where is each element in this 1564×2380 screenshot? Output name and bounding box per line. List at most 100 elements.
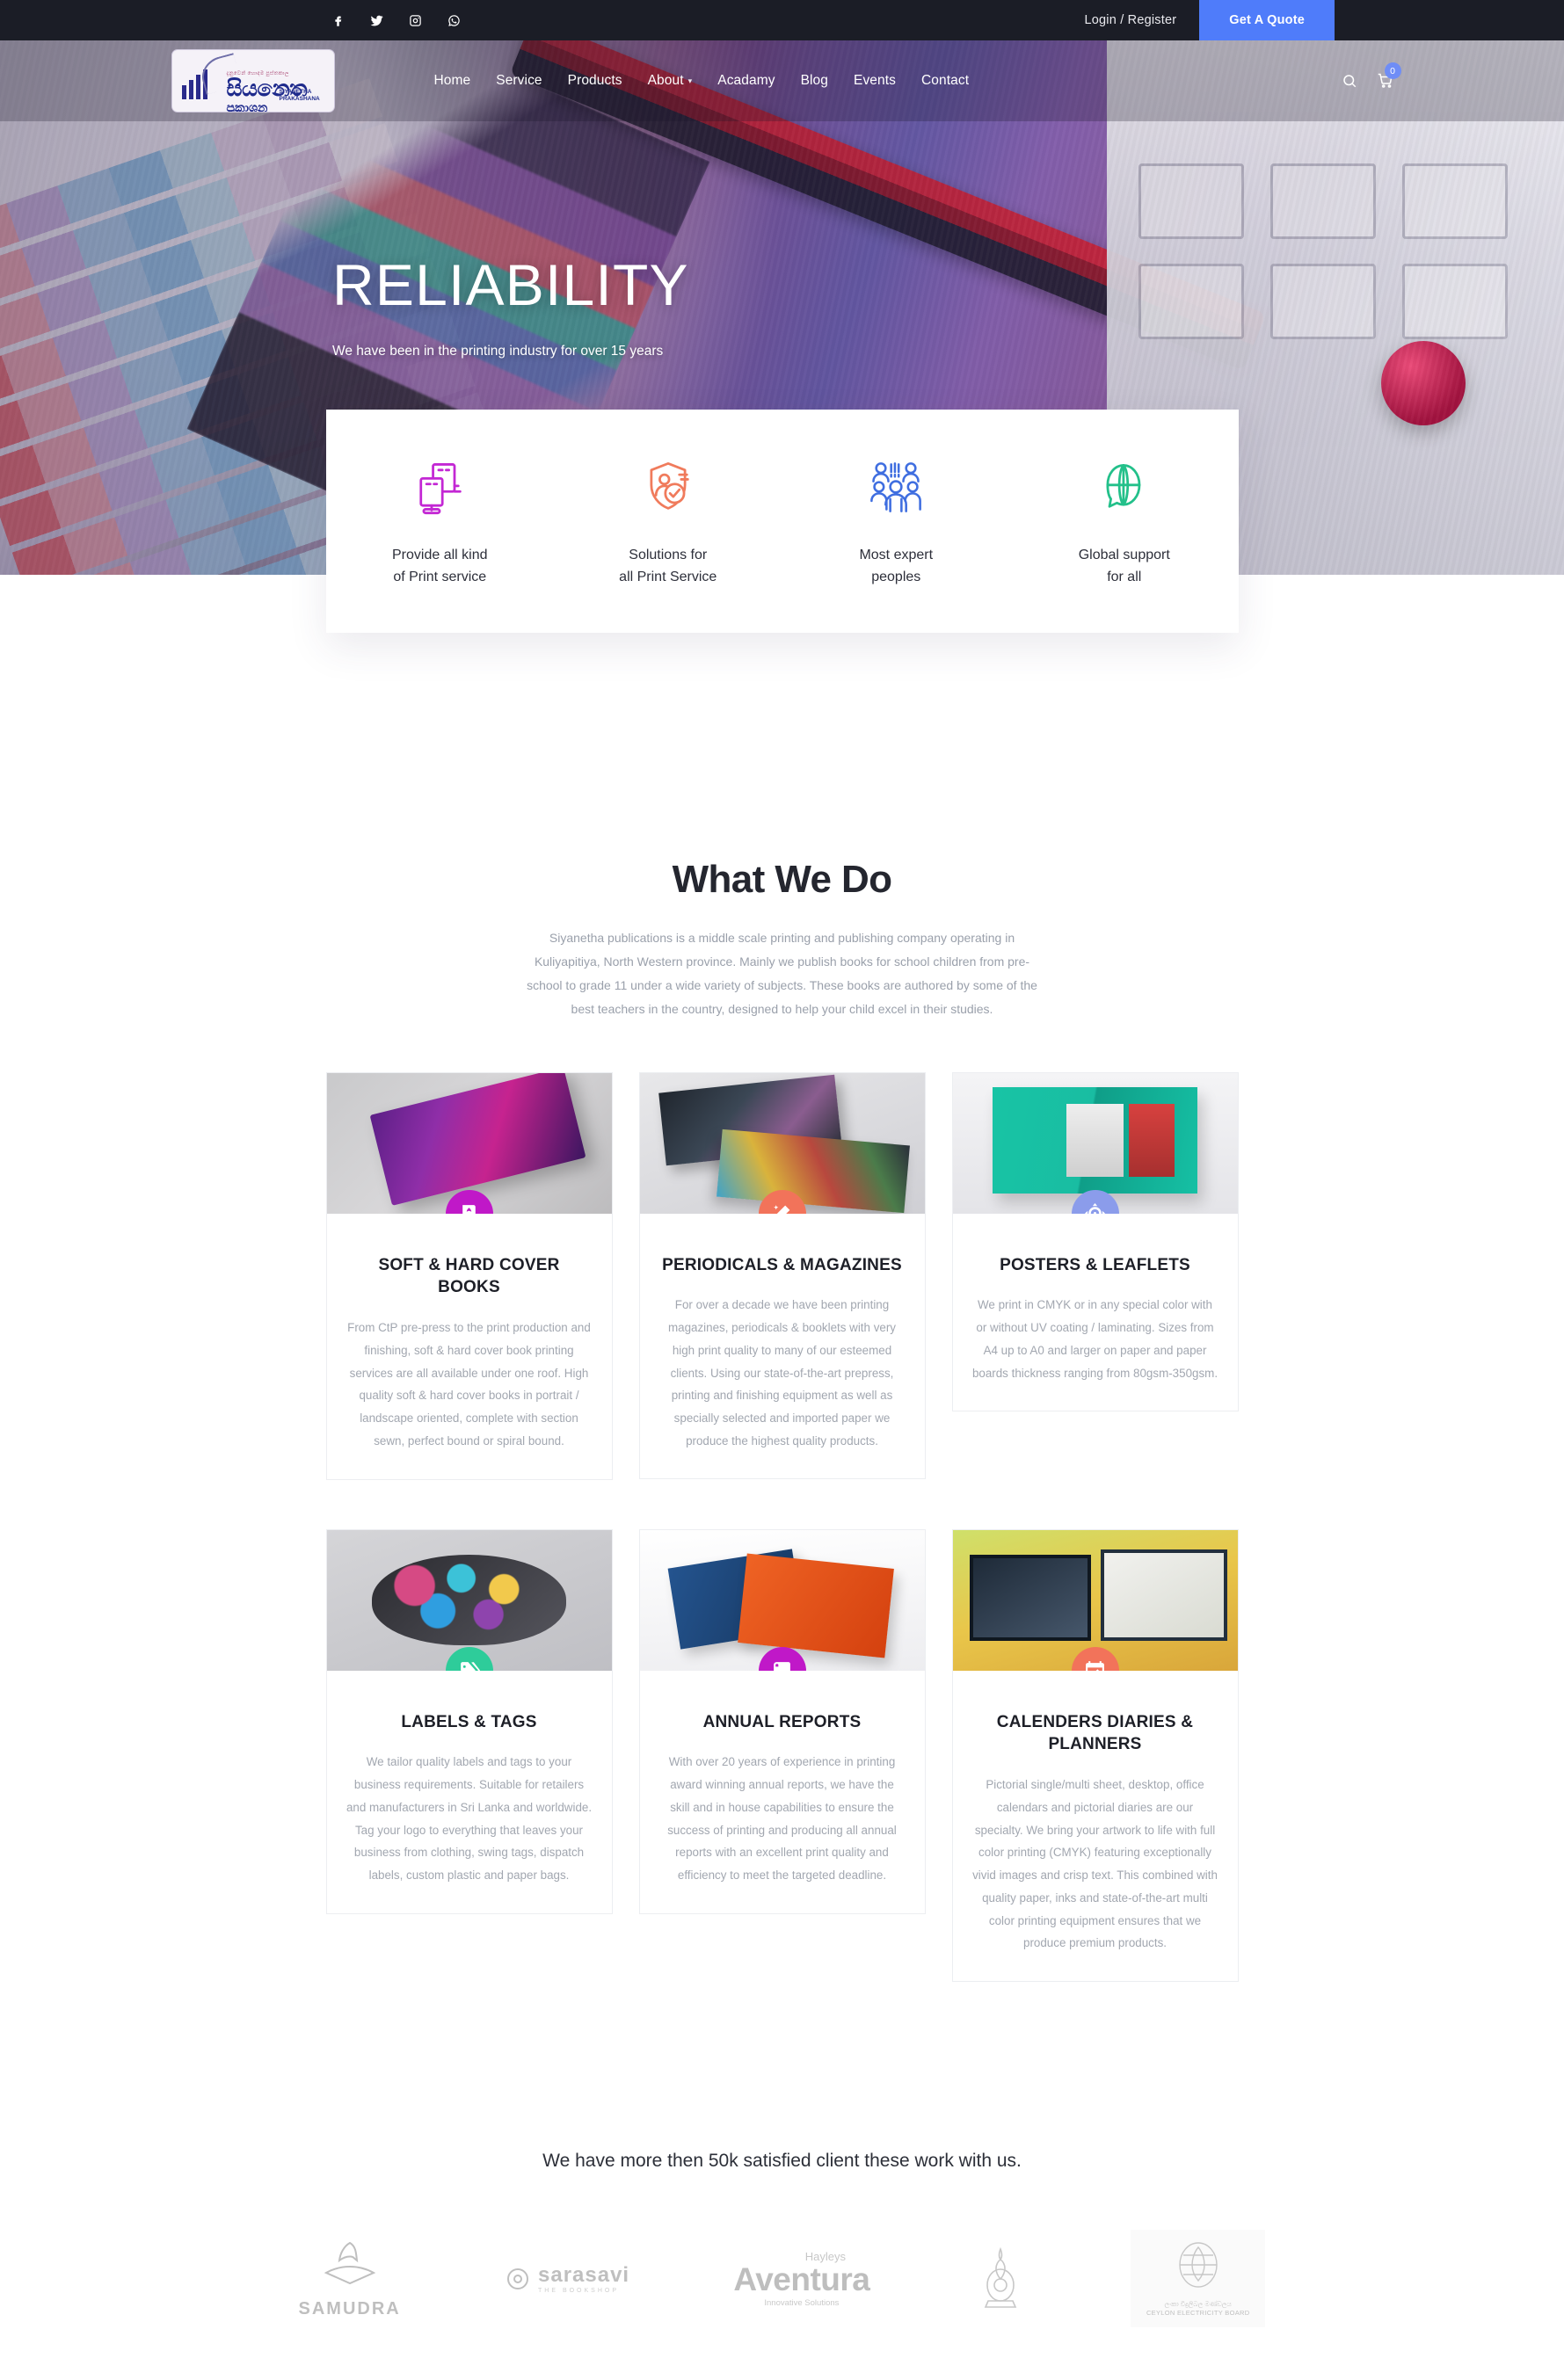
feature-global-support[interactable]: Global support for all	[1010, 450, 1239, 589]
service-text: We tailor quality labels and tags to you…	[346, 1755, 593, 1883]
what-we-do-section: What We Do Siyanetha publications is a m…	[0, 838, 1564, 1021]
nav-item-about[interactable]: About ▾	[648, 73, 693, 89]
nav-item-contact[interactable]: Contact	[921, 73, 969, 89]
service-card[interactable]: ANNUAL REPORTS With over 20 years of exp…	[638, 1528, 926, 1914]
service-text: From CtP pre-press to the print producti…	[347, 1321, 591, 1448]
client-logos-row: SAMUDRA sarasavi THE BOOKSHOP Hayleys Av…	[299, 2230, 1266, 2328]
service-card[interactable]: SOFT & HARD COVER BOOKS From CtP pre-pre…	[325, 1071, 613, 1480]
service-thumbnail	[639, 1529, 925, 1671]
shield-user-check-icon	[638, 450, 698, 526]
service-thumbnail	[952, 1529, 1238, 1671]
chevron-down-icon: ▾	[687, 76, 693, 85]
service-text: With over 20 years of experience in prin…	[667, 1755, 897, 1883]
service-title: SOFT & HARD COVER BOOKS	[378, 1255, 560, 1297]
nav-label: Home	[433, 73, 471, 88]
globe-chat-icon	[1095, 450, 1154, 526]
client-logo-ceylon-electricity-board[interactable]: ලංකා විදුලිබල මණ්ඩලය CEYLON ELECTRICITY …	[1130, 2230, 1266, 2328]
client-tagline: Innovative Solutions	[764, 2297, 840, 2308]
client-logo-samudra[interactable]: SAMUDRA	[299, 2238, 401, 2319]
section-title: What We Do	[672, 858, 892, 901]
features-panel: Provide all kind of Print service Solutio…	[325, 410, 1239, 633]
service-card[interactable]: POSTERS & LEAFLETS We print in CMYK or i…	[951, 1071, 1239, 1412]
feature-print-service[interactable]: Provide all kind of Print service	[326, 450, 555, 589]
nav-label: Contact	[921, 73, 970, 88]
hero-subtitle: We have been in the printing industry fo…	[332, 344, 664, 359]
header-tools: 0	[1342, 62, 1401, 89]
topbar-actions: Login / Register Get A Quote	[1062, 0, 1335, 40]
site-logo[interactable]: දැනුවෙන් හොඳම පුස්තකාල සියනෙත ප්‍රකාශන S…	[171, 49, 335, 112]
client-logo-government-seal[interactable]	[974, 2246, 1027, 2311]
sarasavi-mark-icon	[507, 2268, 528, 2289]
nav-item-events[interactable]: Events	[854, 73, 896, 89]
feature-label: Most expert peoples	[859, 548, 934, 584]
feature-label: Solutions for all Print Service	[619, 548, 717, 584]
service-text: Pictorial single/multi sheet, desktop, o…	[972, 1778, 1218, 1950]
client-logo-aventura[interactable]: Hayleys Aventura Innovative Solutions	[733, 2249, 870, 2308]
client-logo-sarasavi[interactable]: sarasavi THE BOOKSHOP	[505, 2263, 629, 2294]
nav-label: Acadamy	[717, 73, 775, 88]
service-thumbnail	[326, 1072, 612, 1214]
nav-label: Events	[854, 73, 896, 88]
service-card[interactable]: CALENDERS DIARIES & PLANNERS Pictorial s…	[951, 1528, 1239, 1983]
monitors-icon	[410, 450, 469, 526]
nav-item-products[interactable]: Products	[568, 73, 622, 89]
hero-title: RELIABILITY	[332, 252, 689, 317]
nav-label: Service	[496, 73, 542, 88]
feature-expert-people[interactable]: Most expert peoples	[782, 450, 1011, 589]
government-seal-icon	[984, 2246, 1016, 2308]
get-a-quote-button[interactable]: Get A Quote	[1199, 0, 1335, 40]
service-thumbnail	[639, 1072, 925, 1214]
service-title: LABELS & TAGS	[401, 1712, 537, 1731]
nav-item-service[interactable]: Service	[496, 73, 542, 89]
logo-sub-text: ප්‍රකාශන	[226, 99, 268, 112]
features-wrapper: Provide all kind of Print service Solutio…	[0, 410, 1564, 838]
site-header: දැනුවෙන් හොඳම පුස්තකාල සියනෙත ප්‍රකාශන S…	[0, 40, 1564, 121]
nav-label: Products	[567, 73, 622, 88]
service-card[interactable]: PERIODICALS & MAGAZINES For over a decad…	[638, 1071, 926, 1480]
twitter-icon[interactable]	[367, 11, 386, 30]
hero-copy: RELIABILITY We have been in the printing…	[332, 256, 689, 359]
service-title: PERIODICALS & MAGAZINES	[662, 1255, 902, 1274]
whatsapp-icon[interactable]	[444, 11, 463, 30]
nav-item-blog[interactable]: Blog	[801, 73, 828, 89]
logo-english-text: SIYANETHA PRAKASHANA	[279, 89, 320, 103]
logo-top-line: දැනුවෙන් හොඳම පුස්තකාල	[226, 71, 289, 76]
clients-title: We have more then 50k satisfied client t…	[542, 2151, 1022, 2172]
service-text: We print in CMYK or in any special color…	[971, 1298, 1218, 1380]
client-super-label: Hayleys	[804, 2249, 846, 2263]
client-name: Aventura	[733, 2260, 870, 2297]
service-title: ANNUAL REPORTS	[702, 1712, 862, 1731]
search-icon[interactable]	[1342, 73, 1357, 89]
service-thumbnail	[952, 1072, 1238, 1214]
facebook-icon[interactable]	[328, 11, 347, 30]
nav-label: About	[647, 73, 684, 88]
instagram-icon[interactable]	[405, 11, 425, 30]
client-name: CEYLON ELECTRICITY BOARD	[1146, 2309, 1250, 2318]
client-name: SAMUDRA	[298, 2299, 401, 2319]
nav-item-home[interactable]: Home	[434, 73, 471, 89]
feature-label: Global support for all	[1078, 548, 1170, 584]
cart-icon[interactable]: 0	[1378, 62, 1401, 89]
people-group-icon	[866, 450, 926, 526]
client-tagline: ලංකා විදුලිබල මණ්ඩලය	[1164, 2300, 1232, 2309]
samudra-mark-icon	[324, 2241, 375, 2285]
login-register-link[interactable]: Login / Register	[1062, 0, 1200, 40]
services-grid: SOFT & HARD COVER BOOKS From CtP pre-pre…	[325, 1071, 1239, 2032]
service-title: POSTERS & LEAFLETS	[1000, 1255, 1190, 1274]
nav-label: Blog	[800, 73, 828, 88]
social-links	[328, 0, 463, 40]
service-text: For over a decade we have been printing …	[667, 1298, 896, 1448]
top-bar: Login / Register Get A Quote	[0, 0, 1564, 40]
client-name: sarasavi	[538, 2263, 630, 2288]
nav-item-acadamy[interactable]: Acadamy	[717, 73, 775, 89]
cart-count-badge: 0	[1384, 62, 1401, 79]
service-title: CALENDERS DIARIES & PLANNERS	[996, 1712, 1194, 1754]
service-thumbnail	[326, 1529, 612, 1671]
client-tagline: THE BOOKSHOP	[538, 2288, 620, 2295]
feature-solutions[interactable]: Solutions for all Print Service	[554, 450, 782, 589]
clients-section: We have more then 50k satisfied client t…	[0, 2151, 1564, 2380]
feature-label: Provide all kind of Print service	[392, 548, 488, 584]
section-description: Siyanetha publications is a middle scale…	[527, 931, 1037, 1016]
service-card[interactable]: LABELS & TAGS We tailor quality labels a…	[325, 1528, 613, 1914]
